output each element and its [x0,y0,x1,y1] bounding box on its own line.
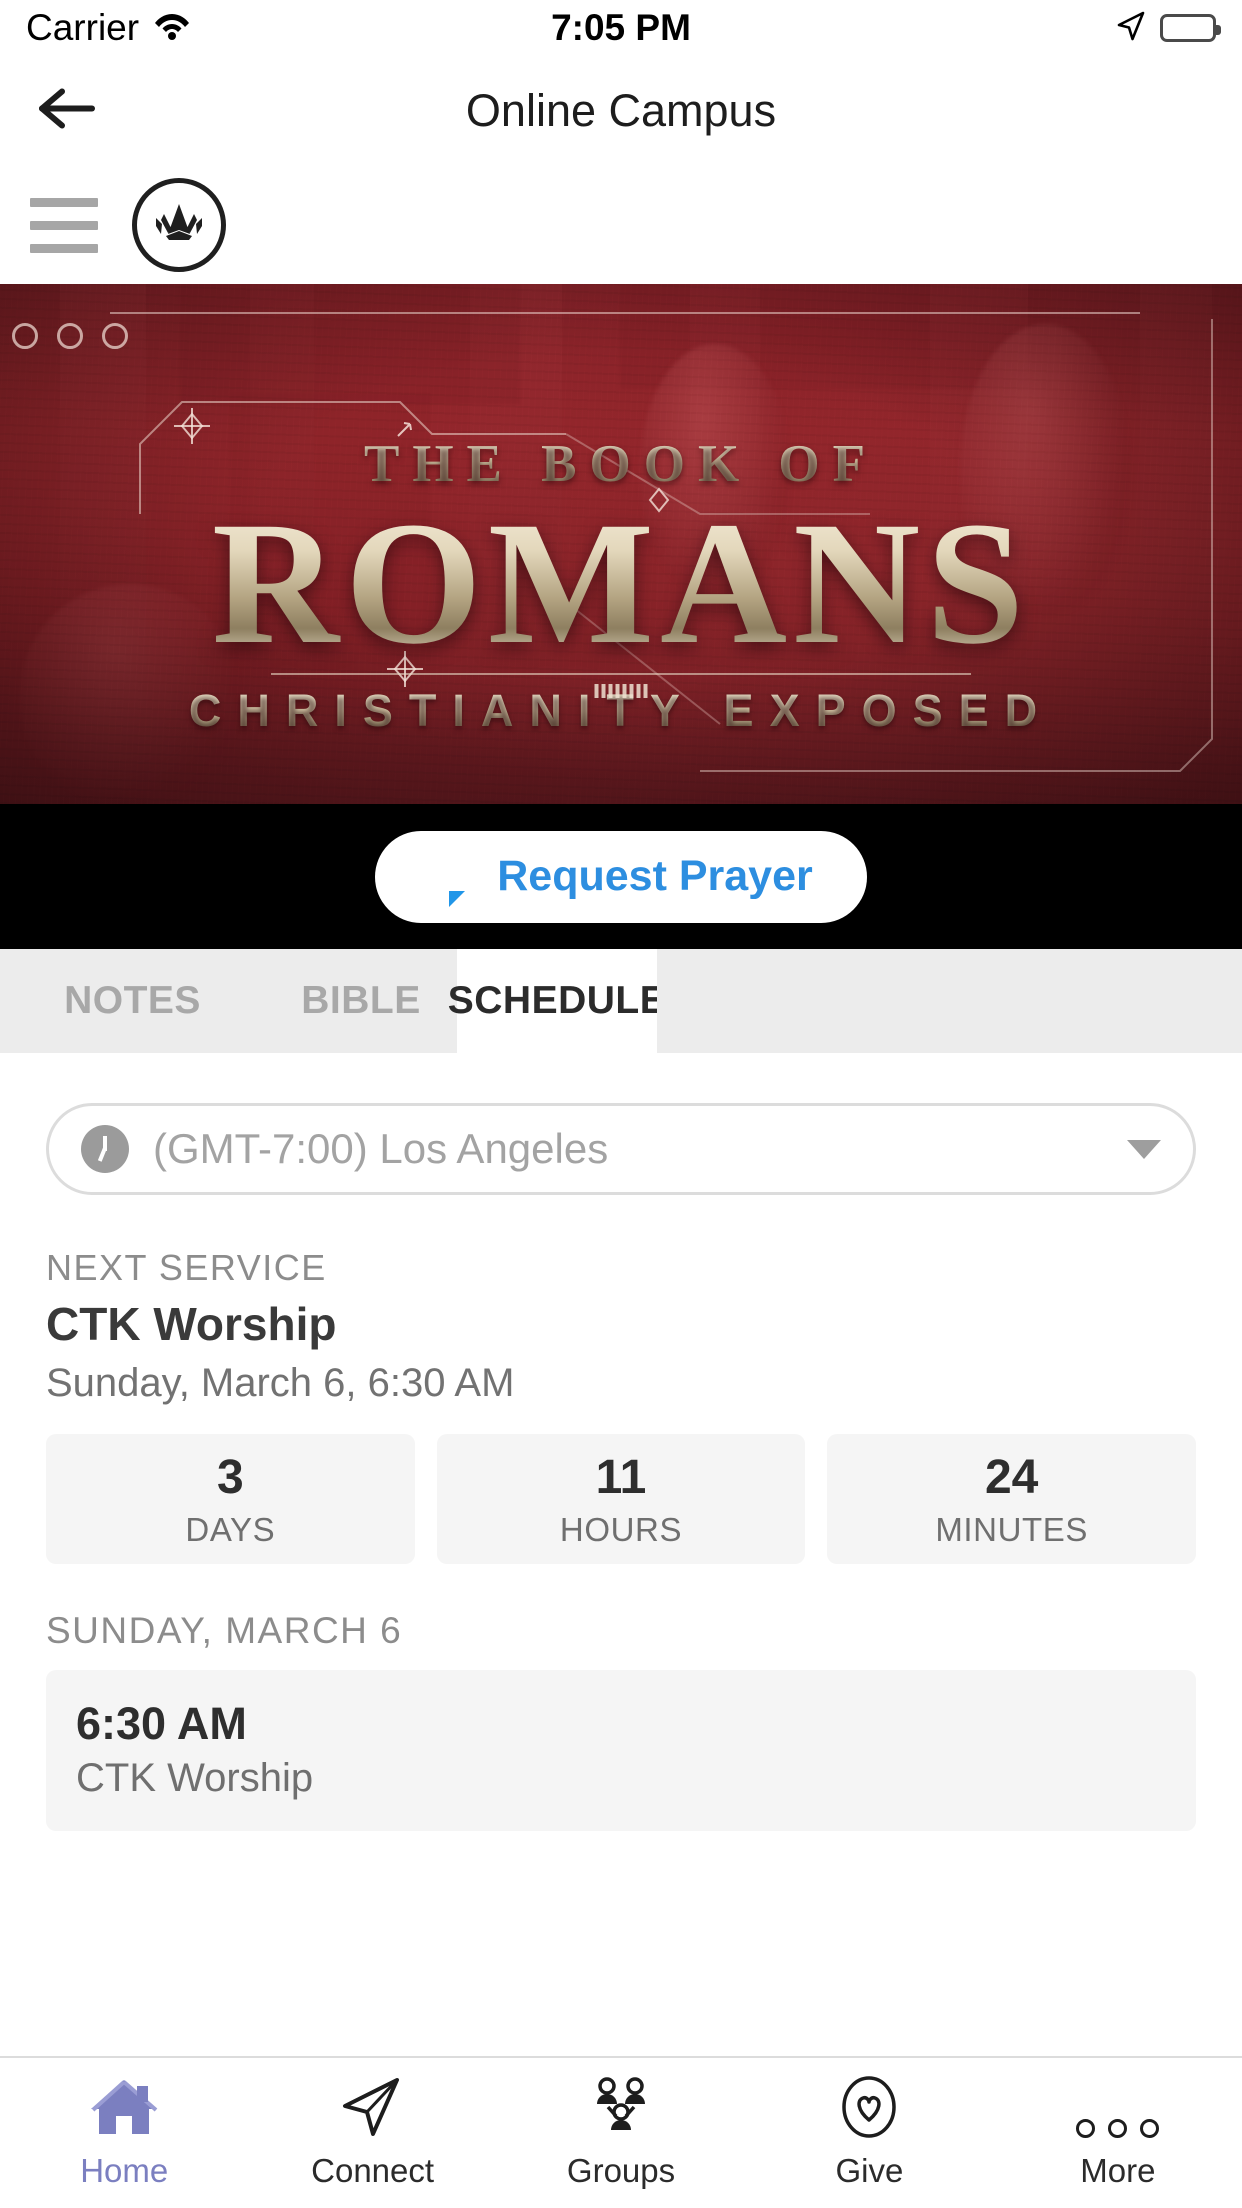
timezone-select[interactable]: (GMT-7:00) Los Angeles [46,1103,1196,1195]
nav-item-more[interactable]: More [994,2076,1242,2190]
navigation-bar: Online Campus [0,56,1242,166]
wifi-icon [153,11,191,46]
status-bar: Carrier 7:05 PM [0,0,1242,56]
sermon-series-banner[interactable]: THE BOOK OF ROMANS CHRISTIANITY EXPOSED [0,284,1242,804]
next-service-title: CTK Worship [46,1298,337,1350]
prayer-strip: Request Prayer [0,804,1242,949]
request-prayer-button[interactable]: Request Prayer [375,830,867,923]
nav-item-more-label: More [1080,2152,1156,2189]
tabs-filler [657,949,1242,1053]
schedule-item-name: CTK Worship [76,1756,314,1800]
hero-title: ROMANS [0,496,1242,672]
next-service-label: NEXT SERVICE [46,1247,327,1288]
nav-item-connect[interactable]: Connect [248,2076,496,2190]
nav-item-give-label: Give [835,2152,904,2189]
request-prayer-label: Request Prayer [497,852,813,900]
countdown-days-unit: DAYS [185,1510,276,1548]
content-tabs: NOTES BIBLE SCHEDULE [0,949,1242,1053]
tab-schedule[interactable]: SCHEDULE [448,949,666,1053]
crown-logo-icon[interactable] [132,178,226,272]
countdown-days: 3 DAYS [46,1434,415,1564]
nav-item-groups-label: Groups [566,2152,676,2189]
tab-bible[interactable]: BIBLE [265,949,457,1053]
bottom-navigation-bar: Home Connect Groups Give More [0,2056,1242,2208]
status-bar-left: Carrier [26,7,191,49]
next-service-datetime: Sunday, March 6, 6:30 AM [46,1361,515,1405]
home-icon [87,2076,161,2138]
brand-row [0,166,1242,284]
nav-item-connect-label: Connect [311,2152,435,2189]
schedule-item[interactable]: 6:30 AM CTK Worship [46,1670,1196,1831]
countdown-minutes: 24 MINUTES [827,1434,1197,1564]
battery-full-icon [1160,14,1221,42]
app-root: Carrier 7:05 PM Online Campus THE BOOK O… [0,0,1242,2208]
countdown-timer: 3 DAYS 11 HOURS 24 MINUTES [46,1434,1197,1564]
tab-notes[interactable]: NOTES [0,949,265,1053]
countdown-hours-unit: HOURS [559,1510,683,1548]
hero-eyebrow: THE BOOK OF [0,434,1242,494]
nav-item-groups[interactable]: Groups [497,2076,745,2190]
back-arrow-icon[interactable] [36,86,98,137]
countdown-minutes-value: 24 [984,1450,1039,1504]
ellipsis-icon [1076,2076,1160,2138]
nav-item-give[interactable]: Give [745,2076,993,2190]
countdown-days-value: 3 [216,1450,244,1504]
clock-icon [81,1125,129,1173]
schedule-day-header: SUNDAY, MARCH 6 [46,1610,403,1651]
countdown-minutes-unit: MINUTES [935,1510,1089,1548]
status-bar-right [1116,10,1221,47]
countdown-hours-value: 11 [595,1450,647,1504]
heart-circle-icon [837,2076,901,2138]
people-group-icon [581,2076,661,2138]
paper-plane-icon [337,2076,409,2138]
hamburger-menu-icon[interactable] [30,197,98,253]
hero-banner-wrapper: THE BOOK OF ROMANS CHRISTIANITY EXPOSED [0,284,1242,804]
page-title: Online Campus [465,85,777,136]
chat-bubble-icon [429,857,475,907]
nav-item-home-label: Home [80,2152,169,2189]
barcode-graphic [594,684,648,698]
location-arrow-icon [1116,10,1146,47]
timezone-value: (GMT-7:00) Los Angeles [153,1125,609,1172]
nav-item-home[interactable]: Home [0,2076,248,2190]
chevron-down-icon [1127,1139,1161,1159]
carrier-label: Carrier [26,7,140,48]
schedule-item-time: 6:30 AM [76,1698,247,1749]
countdown-hours: 11 HOURS [436,1434,806,1564]
schedule-panel: (GMT-7:00) Los Angeles NEXT SERVICE CTK … [0,1103,1242,1831]
